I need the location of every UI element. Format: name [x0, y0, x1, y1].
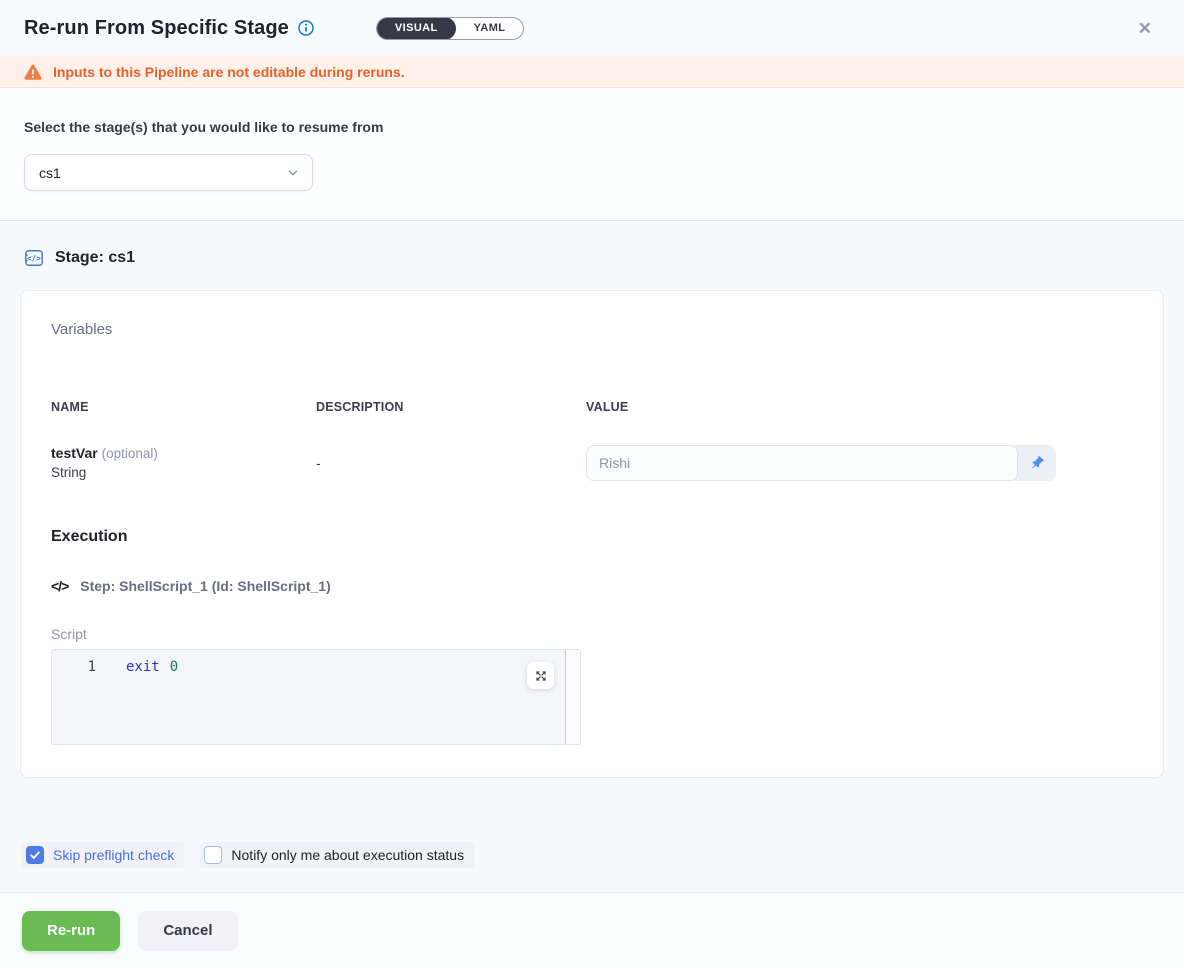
variables-table: NAME DESCRIPTION VALUE testVar (optional…: [51, 400, 1133, 482]
page-title: Re-run From Specific Stage: [24, 17, 289, 40]
skip-preflight-label: Skip preflight check: [53, 847, 174, 863]
stage-heading-row: </> Stage: cs1: [20, 221, 1164, 290]
code-icon: </>: [51, 578, 68, 594]
pin-icon[interactable]: [1018, 445, 1056, 481]
script-editor[interactable]: 1 exit0: [51, 649, 581, 745]
notify-me-checkbox[interactable]: [204, 846, 222, 864]
expand-icon[interactable]: [527, 662, 554, 689]
code-line: 1 exit0: [52, 650, 580, 675]
warning-triangle-icon: [24, 64, 42, 80]
variable-value-input[interactable]: [586, 445, 1018, 481]
variable-name-cell: testVar (optional) String: [51, 444, 316, 482]
modal-header: Re-run From Specific Stage VISUAL YAML ✕: [0, 0, 1184, 56]
info-icon[interactable]: [298, 20, 314, 36]
tab-yaml[interactable]: YAML: [456, 17, 524, 40]
svg-text:</>: </>: [27, 254, 41, 263]
close-icon[interactable]: ✕: [1138, 20, 1152, 37]
variable-type: String: [51, 463, 316, 482]
step-label: Step: ShellScript_1 (Id: ShellScript_1): [80, 578, 331, 594]
run-options: Skip preflight check Notify only me abou…: [22, 842, 1164, 868]
variables-heading: Variables: [51, 321, 1133, 338]
column-name: NAME: [51, 400, 316, 414]
tab-visual[interactable]: VISUAL: [377, 17, 456, 40]
notify-me-label: Notify only me about execution status: [231, 847, 464, 863]
column-description: DESCRIPTION: [316, 400, 586, 414]
warning-banner: Inputs to this Pipeline are not editable…: [0, 56, 1184, 88]
line-number: 1: [52, 659, 96, 675]
cancel-button[interactable]: Cancel: [138, 911, 237, 951]
stage-heading: Stage: cs1: [55, 249, 135, 267]
variable-value-cell: [586, 445, 1056, 481]
stage-select-section: Select the stage(s) that you would like …: [0, 88, 1184, 221]
editor-scrollbar[interactable]: [565, 650, 580, 744]
variable-optional-tag: (optional): [102, 446, 158, 461]
execution-heading: Execution: [51, 528, 1133, 546]
rerun-button[interactable]: Re-run: [22, 911, 120, 951]
modal-footer: Re-run Cancel: [0, 892, 1184, 968]
variable-description: -: [316, 455, 586, 471]
rerun-modal: Re-run From Specific Stage VISUAL YAML ✕…: [0, 0, 1184, 968]
notify-me-option[interactable]: Notify only me about execution status: [200, 842, 474, 868]
step-row: </> Step: ShellScript_1 (Id: ShellScript…: [51, 578, 1133, 594]
table-row: testVar (optional) String -: [51, 444, 1133, 482]
stage-select-value: cs1: [39, 165, 286, 181]
stage-select-label: Select the stage(s) that you would like …: [24, 119, 1160, 135]
code-text: exit0: [126, 659, 178, 675]
column-value: VALUE: [586, 400, 1133, 414]
visual-yaml-toggle: VISUAL YAML: [376, 17, 525, 40]
skip-preflight-option[interactable]: Skip preflight check: [22, 842, 184, 868]
stage-select-dropdown[interactable]: cs1: [24, 154, 313, 191]
script-label: Script: [51, 626, 1133, 642]
stage-icon: </>: [24, 248, 44, 268]
modal-body: </> Stage: cs1 Variables NAME DESCRIPTIO…: [0, 221, 1184, 892]
chevron-down-icon: [286, 166, 300, 180]
stage-card: Variables NAME DESCRIPTION VALUE testVar…: [20, 290, 1164, 778]
warning-banner-text: Inputs to this Pipeline are not editable…: [53, 64, 405, 80]
variable-name: testVar: [51, 445, 98, 461]
skip-preflight-checkbox[interactable]: [26, 846, 44, 864]
variables-table-header: NAME DESCRIPTION VALUE: [51, 400, 1133, 414]
